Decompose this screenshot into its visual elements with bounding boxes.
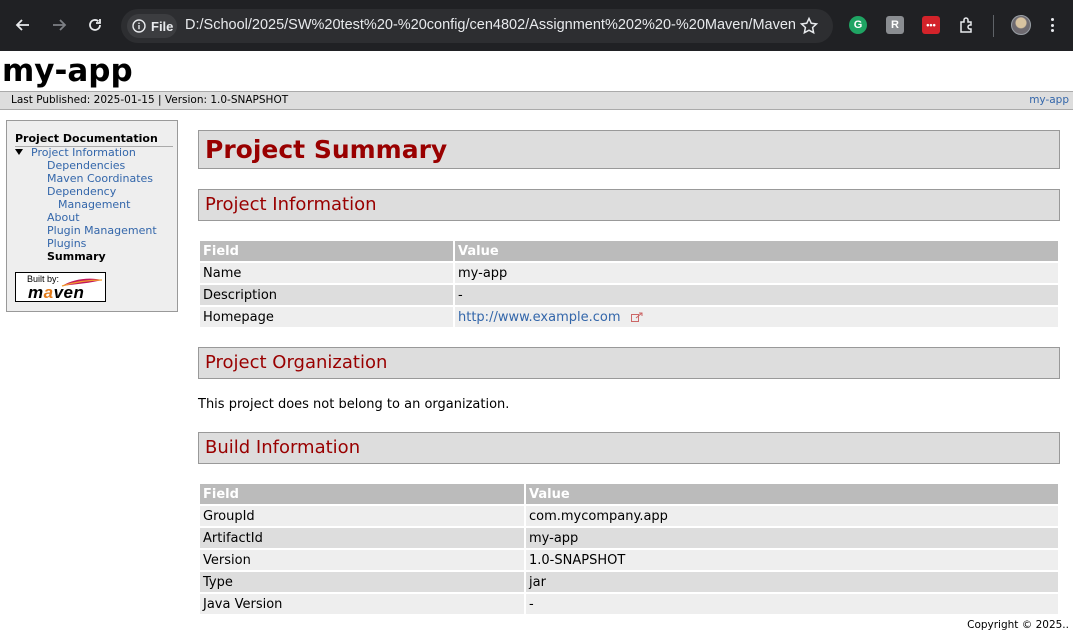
sidebar-item-dependencies[interactable]: Dependencies (15, 159, 157, 172)
column-header-field: Field (200, 241, 453, 261)
build-information-heading: Build Information (198, 432, 1060, 464)
table-row: Description - (200, 285, 1058, 305)
reload-icon (89, 19, 101, 31)
page-title: Project Summary (198, 130, 1060, 169)
reload-button[interactable] (82, 12, 108, 38)
publish-info: Last Published: 2025-01-15 | Version: 1.… (11, 94, 289, 106)
sidebar-item-dependency-management[interactable]: Dependency (15, 185, 157, 198)
sidebar-item-plugins[interactable]: Plugins (15, 237, 157, 250)
browser-menu-button[interactable] (1049, 15, 1055, 35)
site-title: my-app (2, 53, 133, 89)
table-row: ArtifactId my-app (200, 528, 1058, 548)
project-information-heading: Project Information (198, 189, 1060, 221)
project-link[interactable]: my-app (1029, 94, 1069, 106)
column-header-field: Field (200, 484, 524, 504)
table-header-row: Field Value (200, 241, 1058, 261)
table-row: Java Version - (200, 594, 1058, 614)
sidebar: Project Documentation Project Informatio… (6, 120, 178, 312)
field-cell: GroupId (200, 506, 524, 526)
field-cell: Homepage (200, 307, 453, 327)
organization-text: This project does not belong to an organ… (198, 397, 510, 412)
field-cell: Type (200, 572, 524, 592)
extensions-puzzle-icon[interactable] (958, 16, 976, 34)
table-header-row: Field Value (200, 484, 1058, 504)
table-row: GroupId com.mycompany.app (200, 506, 1058, 526)
value-cell: my-app (526, 528, 1058, 548)
value-cell: - (455, 285, 1058, 305)
sidebar-item-maven-coordinates[interactable]: Maven Coordinates (15, 172, 157, 185)
file-label: File (151, 18, 174, 34)
url-text[interactable]: D:/School/2025/SW%20test%20-%20config/ce… (185, 17, 795, 33)
external-link-icon (630, 312, 643, 322)
project-organization-heading: Project Organization (198, 347, 1060, 379)
value-cell: 1.0-SNAPSHOT (526, 550, 1058, 570)
expanded-triangle-icon (15, 149, 23, 155)
sidebar-item-dependency-management-cont[interactable]: Management (15, 198, 157, 211)
browser-toolbar: File D:/School/2025/SW%20test%20-%20conf… (0, 0, 1073, 51)
built-by-maven-logo[interactable]: Built by: maven (15, 272, 106, 302)
back-button[interactable] (10, 12, 36, 38)
value-cell: http://www.example.com (455, 307, 1058, 327)
sidebar-item-project-information[interactable]: Project Information (15, 146, 157, 159)
field-cell: ArtifactId (200, 528, 524, 548)
project-information-table: Field Value Name my-app Description - Ho… (198, 239, 1060, 329)
forward-button[interactable] (46, 12, 72, 38)
profile-avatar[interactable] (1011, 15, 1031, 35)
value-cell: - (526, 594, 1058, 614)
forward-arrow-icon (53, 19, 67, 31)
field-cell: Description (200, 285, 453, 305)
sidebar-nav: Project Information Dependencies Maven C… (15, 146, 157, 263)
toolbar-divider (993, 15, 994, 37)
field-cell: Name (200, 263, 453, 283)
extension-r-icon[interactable]: R (886, 16, 904, 34)
address-bar[interactable]: File D:/School/2025/SW%20test%20-%20conf… (121, 9, 833, 43)
sidebar-item-plugin-management[interactable]: Plugin Management (15, 224, 157, 237)
homepage-link[interactable]: http://www.example.com (458, 310, 621, 325)
maven-wordmark: maven (28, 283, 85, 302)
build-information-table: Field Value GroupId com.mycompany.app Ar… (198, 482, 1060, 616)
column-header-value: Value (526, 484, 1058, 504)
lastpass-extension-icon[interactable]: ••• (922, 16, 940, 34)
table-row: Homepage http://www.example.com (200, 307, 1058, 327)
field-cell: Version (200, 550, 524, 570)
column-header-value: Value (455, 241, 1058, 261)
breadcrumb-bar: Last Published: 2025-01-15 | Version: 1.… (0, 91, 1073, 110)
bookmark-star-icon[interactable] (799, 16, 819, 36)
sidebar-item-about[interactable]: About (15, 211, 157, 224)
table-row: Type jar (200, 572, 1058, 592)
copyright-footer: Copyright © 2025.. (967, 619, 1069, 631)
field-cell: Java Version (200, 594, 524, 614)
table-row: Name my-app (200, 263, 1058, 283)
grammarly-extension-icon[interactable]: G (849, 16, 867, 34)
back-arrow-icon (15, 19, 29, 31)
sidebar-item-summary: Summary (47, 250, 106, 263)
value-cell: com.mycompany.app (526, 506, 1058, 526)
table-row: Version 1.0-SNAPSHOT (200, 550, 1058, 570)
info-icon (132, 19, 146, 33)
sidebar-heading: Project Documentation (15, 132, 173, 147)
value-cell: jar (526, 572, 1058, 592)
value-cell: my-app (455, 263, 1058, 283)
site-info-chip[interactable]: File (127, 14, 177, 38)
